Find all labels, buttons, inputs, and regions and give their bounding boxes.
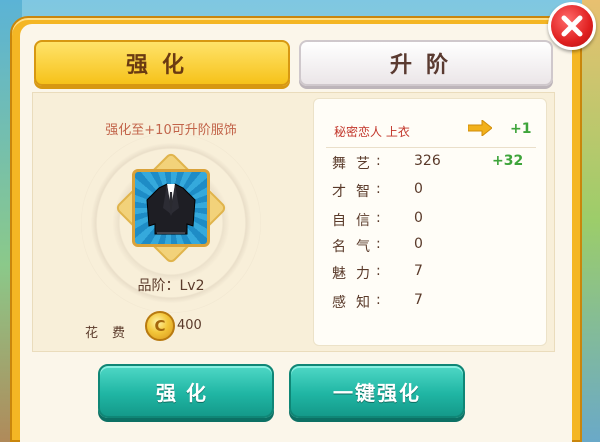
stat-label: 舞艺 (332, 156, 380, 172)
tab-strengthen[interactable]: 强化 (34, 40, 290, 86)
stat-row: 感知 : 7 (332, 292, 542, 314)
stat-colon: : (376, 153, 381, 169)
strengthen-button[interactable]: 强化 (98, 364, 274, 418)
stat-row: 舞艺 : 326 +32 (332, 153, 542, 175)
item-grade: 品阶：Lv2 (137, 278, 205, 294)
stats-divider (326, 147, 536, 148)
close-icon (561, 15, 583, 37)
stat-label: 魅力 (332, 266, 380, 282)
stat-colon: : (376, 181, 381, 197)
stat-colon: : (376, 236, 381, 252)
cost-value: 400 (177, 318, 202, 333)
stat-colon: : (376, 263, 381, 279)
content-area: 强化至+10可升阶服饰 品阶：Lv2 花费 : C 400 秘密恋人 上衣 (32, 92, 555, 352)
stat-row: 名气 : 0 (332, 236, 542, 258)
stat-row: 自信 : 0 (332, 210, 542, 232)
close-button[interactable] (548, 2, 596, 50)
black-jacket-icon (132, 169, 210, 247)
stat-colon: : (376, 292, 381, 308)
cost-label: 花费 (85, 326, 140, 341)
stat-value: 0 (414, 236, 423, 252)
one-click-strengthen-button[interactable]: 一键强化 (289, 364, 465, 418)
stat-value: 7 (414, 263, 423, 279)
stats-panel: 秘密恋人 上衣 +1 舞艺 : 326 +32 才智 : 0 自信 : 0 名气… (313, 98, 547, 346)
background-right (582, 0, 600, 442)
arrow-right-icon (468, 120, 492, 136)
stat-label: 自信 (332, 213, 380, 229)
stat-value: 7 (414, 292, 423, 308)
item-name: 秘密恋人 上衣 (334, 125, 410, 139)
item-preview: 强化至+10可升阶服饰 品阶：Lv2 花费 : C 400 (33, 93, 309, 351)
stat-bonus: +32 (492, 153, 524, 169)
item-slot[interactable] (114, 151, 228, 265)
stat-colon: : (376, 210, 381, 226)
stat-value: 0 (414, 210, 423, 226)
stat-value: 0 (414, 181, 423, 197)
gold-coin-icon: C (145, 311, 175, 341)
stat-row: 才智 : 0 (332, 181, 542, 203)
stat-value: 326 (414, 153, 441, 169)
stat-label: 名气 (332, 239, 380, 255)
stat-label: 才智 (332, 184, 380, 200)
tab-advance[interactable]: 升阶 (299, 40, 553, 86)
stat-label: 感知 (332, 295, 380, 311)
level-increase: +1 (510, 121, 532, 137)
stat-row: 魅力 : 7 (332, 263, 542, 285)
